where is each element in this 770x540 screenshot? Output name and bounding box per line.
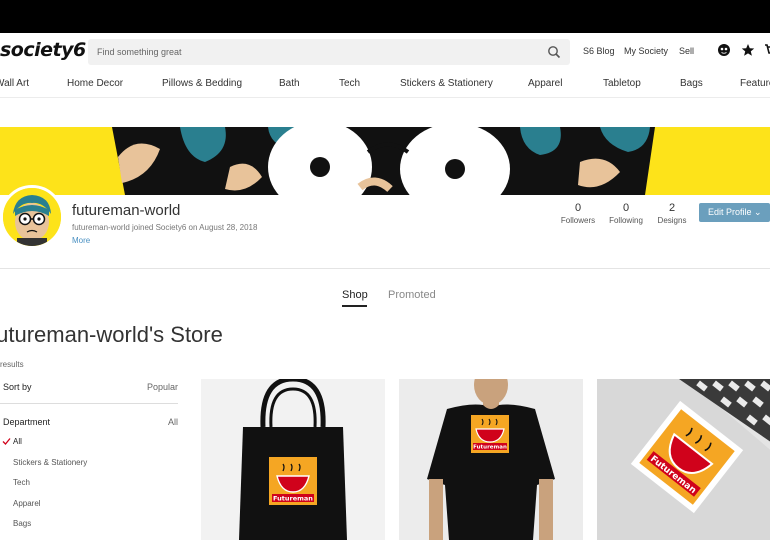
filter-divider [0, 403, 178, 404]
search-icon[interactable] [547, 45, 561, 59]
chevron-down-icon: ⌄ [754, 207, 762, 217]
category-nav: Wall Art Home Decor Pillows & Bedding Ba… [0, 70, 770, 98]
sell-link[interactable]: Sell [679, 46, 694, 56]
nav-tabletop[interactable]: Tabletop [603, 78, 641, 89]
tote-bag-image: Futureman [201, 379, 385, 540]
product-card-tote-bag[interactable]: Futureman [201, 379, 385, 540]
department-item-tech[interactable]: Tech [13, 478, 30, 487]
nav-apparel[interactable]: Apparel [528, 78, 562, 89]
search-input[interactable] [88, 39, 538, 65]
nav-home-decor[interactable]: Home Decor [67, 78, 123, 89]
stat-following[interactable]: 0 Following [601, 202, 651, 225]
top-black-bar [0, 0, 770, 33]
tab-promoted[interactable]: Promoted [388, 289, 436, 301]
designs-count: 2 [668, 202, 676, 214]
search-bar [88, 39, 570, 65]
nav-pillows-bedding[interactable]: Pillows & Bedding [162, 78, 242, 89]
profile-avatar[interactable] [0, 185, 64, 249]
profile-joined-text: futureman-world joined Society6 on Augus… [72, 223, 258, 232]
followers-count: 0 [574, 202, 582, 214]
following-label: Following [609, 216, 643, 225]
department-item-apparel[interactable]: Apparel [13, 499, 41, 508]
department-current: All [168, 417, 179, 427]
nav-bath[interactable]: Bath [279, 78, 300, 89]
department-item-all[interactable]: All [13, 437, 22, 446]
results-count: results [0, 360, 24, 369]
product-card-t-shirt[interactable]: Futureman [399, 379, 583, 540]
following-count: 0 [622, 202, 630, 214]
avatar-image [3, 188, 61, 246]
nav-features[interactable]: Features [740, 78, 770, 89]
profile-banner [0, 127, 770, 195]
nav-wall-art[interactable]: Wall Art [0, 78, 29, 89]
nav-bags[interactable]: Bags [680, 78, 703, 89]
stat-designs[interactable]: 2 Designs [647, 202, 697, 225]
profile-divider [0, 268, 770, 269]
followers-label: Followers [560, 216, 596, 225]
society6-logo[interactable]: society6 [0, 39, 86, 61]
stat-followers[interactable]: 0 Followers [553, 202, 603, 225]
product-card-sticker[interactable]: Futureman [597, 379, 770, 540]
sort-by-select[interactable]: Popular [147, 382, 178, 392]
banner-artwork [0, 127, 770, 195]
designs-label: Designs [657, 216, 687, 225]
sort-by-label: Sort by [3, 382, 32, 392]
edit-profile-button[interactable]: Edit Profile ⌄ [699, 203, 770, 222]
nav-stickers-stationery[interactable]: Stickers & Stationery [400, 78, 493, 89]
tote-logo-text: Futureman [273, 495, 313, 503]
edit-profile-label: Edit Profile [708, 207, 752, 217]
store-title: futureman-world's Store [0, 322, 223, 347]
site-header: society6 S6 Blog My Society Sell [0, 33, 770, 70]
cart-icon[interactable] [764, 43, 770, 57]
check-icon [2, 438, 11, 445]
department-item-bags[interactable]: Bags [13, 519, 31, 528]
user-account-icon[interactable] [717, 43, 731, 57]
tab-shop[interactable]: Shop [342, 289, 368, 301]
tab-shop-underline [342, 305, 367, 307]
department-label: Department [3, 417, 51, 427]
nav-tech[interactable]: Tech [339, 78, 360, 89]
s6-blog-link[interactable]: S6 Blog [583, 46, 615, 56]
t-shirt-image: Futureman [399, 379, 583, 540]
t-shirt-logo-text: Futureman [473, 445, 507, 451]
sticker-image: Futureman [597, 379, 770, 540]
profile-username: futureman-world [72, 202, 181, 219]
profile-more-link[interactable]: More [72, 236, 90, 245]
department-item-stickers[interactable]: Stickers & Stationery [13, 458, 87, 467]
star-icon[interactable] [741, 43, 755, 57]
my-society-link[interactable]: My Society [624, 46, 668, 56]
